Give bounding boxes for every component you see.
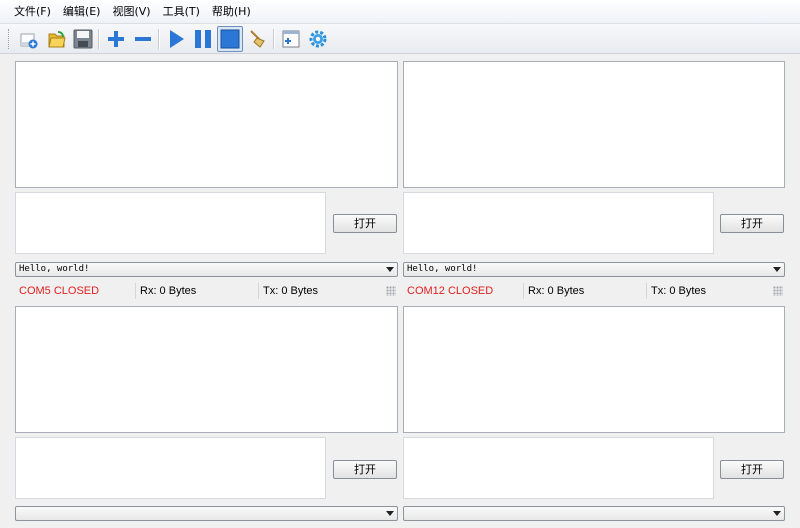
toolbar — [0, 24, 800, 54]
port-status: COM5 CLOSED — [15, 283, 136, 299]
menu-file[interactable]: 文件(F) — [8, 1, 57, 23]
pause-icon — [195, 30, 211, 48]
menu-view[interactable]: 视图(V) — [106, 1, 156, 23]
stop-button[interactable] — [217, 26, 243, 52]
send-area-3[interactable] — [15, 437, 326, 499]
save-icon — [73, 29, 93, 49]
clear-broom-icon — [250, 30, 265, 48]
open-port-button-3[interactable]: 打开 — [333, 460, 397, 479]
receive-area-com5[interactable] — [15, 61, 398, 188]
add-button[interactable] — [103, 26, 129, 52]
chevron-down-icon[interactable] — [773, 267, 781, 272]
start-button[interactable] — [163, 26, 189, 52]
menu-bar: 文件(F) 编辑(E) 视图(V) 工具(T) 帮助(H) — [0, 0, 800, 24]
new-button[interactable] — [16, 26, 42, 52]
send-area-com12[interactable] — [403, 192, 714, 254]
open-port-button-4[interactable]: 打开 — [720, 460, 784, 479]
chevron-down-icon[interactable] — [386, 511, 394, 516]
combo-value: Hello, world! — [407, 264, 478, 274]
open-port-button-com5[interactable]: 打开 — [333, 214, 397, 233]
menu-edit[interactable]: 编辑(E) — [57, 1, 107, 23]
chevron-down-icon[interactable] — [773, 511, 781, 516]
menu-help[interactable]: 帮助(H) — [206, 1, 257, 23]
send-history-combo-3[interactable] — [15, 506, 398, 521]
clear-button[interactable] — [245, 26, 271, 52]
rx-count: Rx: 0 Bytes — [524, 283, 647, 299]
new-icon — [20, 33, 38, 49]
resize-grip-icon[interactable] — [386, 286, 396, 296]
tx-count: Tx: 0 Bytes — [651, 285, 707, 297]
send-history-combo-com5[interactable]: Hello, world! — [15, 262, 398, 277]
add-icon — [108, 31, 124, 47]
receive-area-4[interactable] — [403, 306, 785, 433]
pause-button[interactable] — [190, 26, 216, 52]
remove-icon — [135, 37, 151, 41]
combo-value: Hello, world! — [19, 264, 90, 274]
toolbar-grip[interactable] — [8, 29, 11, 49]
send-area-com5[interactable] — [15, 192, 326, 254]
send-history-combo-com12[interactable]: Hello, world! — [403, 262, 785, 277]
settings-gear-icon — [309, 30, 327, 48]
open-port-button-com12[interactable]: 打开 — [720, 214, 784, 233]
send-area-4[interactable] — [403, 437, 714, 499]
port-status: COM12 CLOSED — [403, 283, 524, 299]
save-button[interactable] — [70, 26, 96, 52]
new-window-button[interactable] — [278, 26, 304, 52]
open-folder-icon — [48, 31, 66, 48]
settings-button[interactable] — [305, 26, 331, 52]
remove-button[interactable] — [130, 26, 156, 52]
menu-tools[interactable]: 工具(T) — [157, 1, 206, 23]
receive-area-com12[interactable] — [403, 61, 785, 188]
stop-icon — [220, 29, 240, 49]
chevron-down-icon[interactable] — [386, 267, 394, 272]
tx-count: Tx: 0 Bytes — [263, 285, 319, 297]
status-bar-com12: COM12 CLOSED Rx: 0 Bytes Tx: 0 Bytes — [403, 281, 785, 301]
resize-grip-icon[interactable] — [773, 286, 783, 296]
receive-area-3[interactable] — [15, 306, 398, 433]
rx-count: Rx: 0 Bytes — [136, 283, 259, 299]
open-button[interactable] — [44, 26, 70, 52]
new-window-icon — [282, 30, 300, 48]
play-icon — [170, 30, 184, 48]
send-history-combo-4[interactable] — [403, 506, 785, 521]
status-bar-com5: COM5 CLOSED Rx: 0 Bytes Tx: 0 Bytes — [15, 281, 398, 301]
